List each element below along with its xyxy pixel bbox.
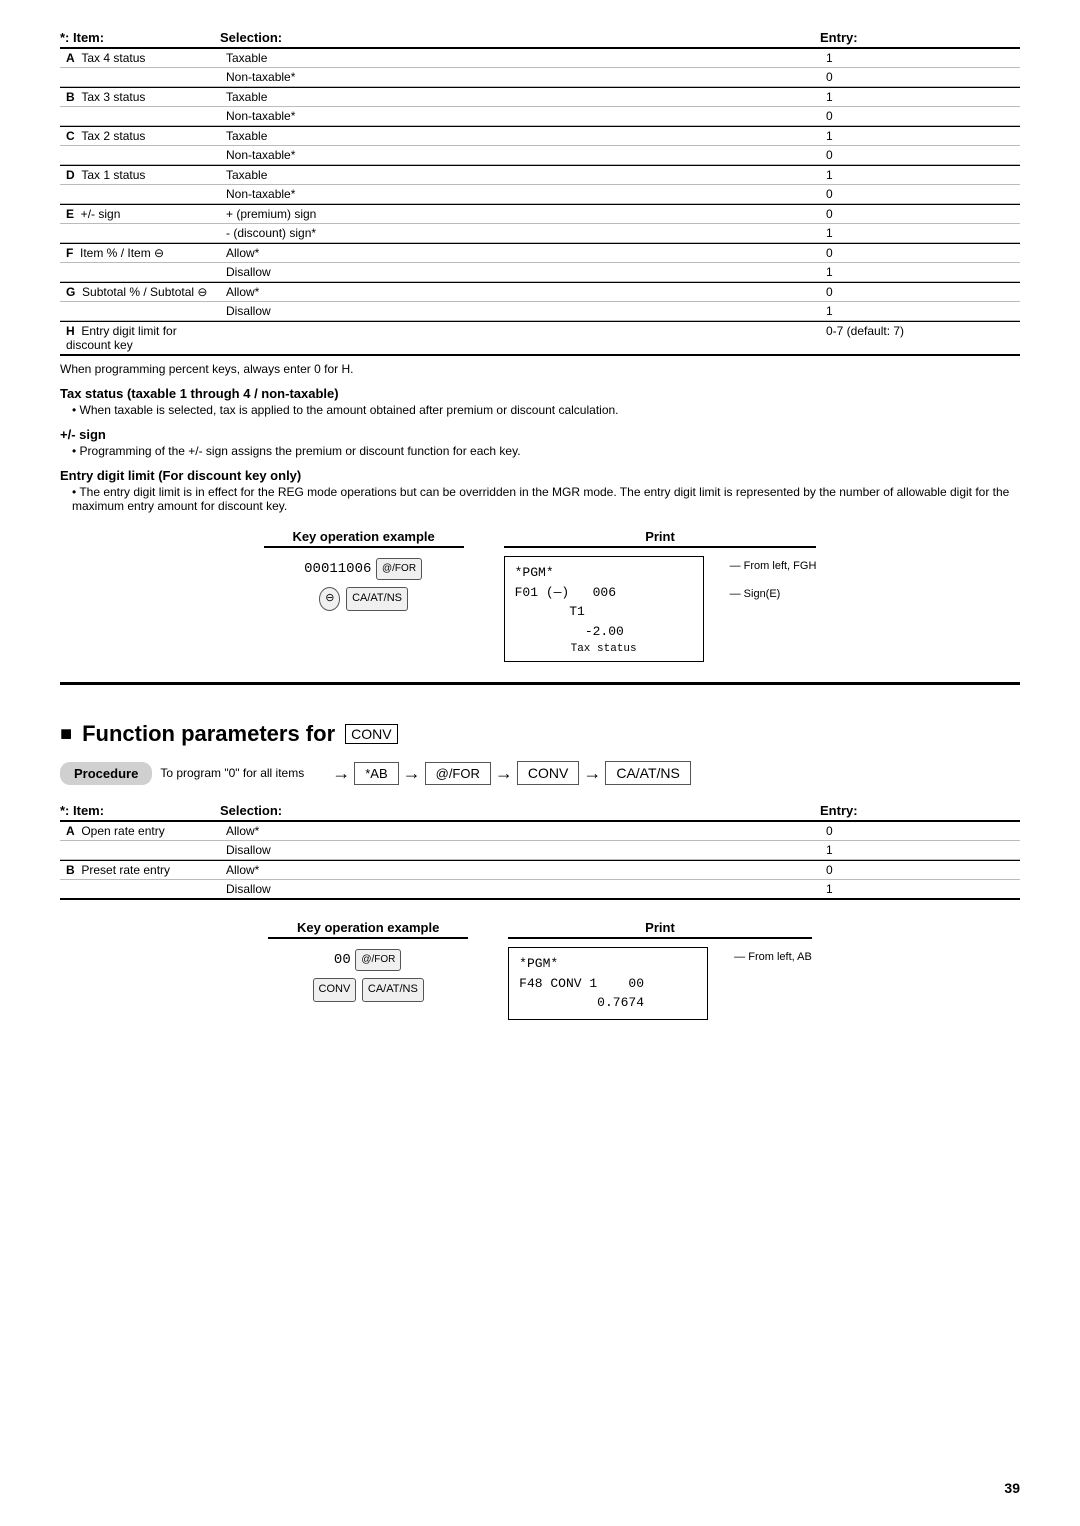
section-tax-status: Tax status (taxable 1 through 4 / non-ta… [60, 386, 1020, 417]
at-for-btn-1: @/FOR [376, 558, 422, 580]
top-table-section: *: Item: Selection: Entry: A Tax 4 statu… [60, 30, 1020, 356]
conv-btn-2: CONV [313, 978, 357, 1002]
print-receipt-1: *PGM* F01 (—) 006 T1 -2.00 Tax status [504, 556, 704, 662]
annotation-right-1: — From left, FGH — Sign(E) [730, 556, 817, 606]
top-table-body: A Tax 4 status Taxable 1 Non-taxable* 0 … [60, 49, 1020, 356]
table-headers: *: Item: Selection: Entry: [60, 30, 1020, 49]
receipt-line: -2.00 [515, 622, 693, 642]
bottom-table-headers: *: Item: Selection: Entry: [60, 803, 1020, 822]
caatns-btn-1: CA/AT/NS [346, 587, 408, 611]
section-text-digit: • The entry digit limit is in effect for… [72, 485, 1020, 513]
tax-status-label: Tax status [515, 643, 693, 655]
conv-badge: CONV [345, 724, 397, 744]
arrow-icon-3: → [495, 763, 513, 784]
circle-minus-btn-1: ⊖ [319, 587, 340, 611]
arrow-icon-2: → [403, 763, 421, 784]
bottom-header-selection: Selection: [220, 803, 820, 818]
header-entry: Entry: [820, 30, 1020, 45]
table-row: G Subtotal % / Subtotal ⊖ Allow* 0 [60, 282, 1020, 302]
table-row: Disallow 1 [60, 263, 1020, 282]
receipt-line: T1 [515, 602, 693, 622]
section-text-tax: • When taxable is selected, tax is appli… [72, 403, 1020, 417]
receipt-line: F01 (—) 006 [515, 583, 693, 603]
print-box-2: Print *PGM* F48 CONV 1 00 0.7674 — From … [508, 920, 812, 1020]
receipt-line: F48 CONV 1 00 [519, 974, 697, 994]
table-row: Non-taxable* 0 [60, 107, 1020, 126]
table-row: Non-taxable* 0 [60, 68, 1020, 87]
section-heading-digit: Entry digit limit (For discount key only… [60, 468, 1020, 483]
table-row: Disallow 1 [60, 841, 1020, 860]
table-row: E +/- sign + (premium) sign 0 [60, 204, 1020, 224]
print-title-1: Print [504, 529, 817, 548]
flow-conv: CONV [517, 761, 579, 785]
procedure-flow: → *AB → @/FOR → CONV → CA/AT/NS [332, 761, 691, 785]
print-receipt-2: *PGM* F48 CONV 1 00 0.7674 [508, 947, 708, 1020]
receipt-line: *PGM* [515, 563, 693, 583]
flow-caatns: CA/AT/NS [605, 761, 691, 785]
example-container-2: Key operation example 00 @/FOR CONV CA/A… [60, 920, 1020, 1020]
key-op-sequence-2: 00 @/FOR CONV CA/AT/NS [268, 947, 468, 1003]
at-for-btn-2: @/FOR [355, 949, 401, 971]
arrow-icon-4: → [583, 763, 601, 784]
bottom-table-section: *: Item: Selection: Entry: A Open rate e… [60, 803, 1020, 900]
annotation-sign: — Sign(E) [730, 588, 817, 600]
table-row: B Tax 3 status Taxable 1 [60, 87, 1020, 107]
key-operation-box-2: Key operation example 00 @/FOR CONV CA/A… [268, 920, 468, 1020]
caatns-btn-2: CA/AT/NS [362, 978, 424, 1002]
table-row: F Item % / Item ⊖ Allow* 0 [60, 243, 1020, 263]
table-row: Non-taxable* 0 [60, 185, 1020, 204]
procedure-badge: Procedure [60, 762, 152, 785]
procedure-row: Procedure To program "0" for all items →… [60, 761, 1020, 785]
function-heading: ■ Function parameters for CONV [60, 721, 1020, 747]
header-item: *: Item: [60, 30, 220, 45]
note-text: When programming percent keys, always en… [60, 362, 1020, 376]
receipt-line: *PGM* [519, 954, 697, 974]
table-row: Disallow 1 [60, 880, 1020, 900]
section-heading-sign: +/- sign [60, 427, 1020, 442]
bottom-table-body: A Open rate entry Allow* 0 Disallow 1 B … [60, 822, 1020, 900]
table-row: A Tax 4 status Taxable 1 [60, 49, 1020, 68]
table-row: Disallow 1 [60, 302, 1020, 321]
table-row: A Open rate entry Allow* 0 [60, 822, 1020, 841]
section-heading-tax: Tax status (taxable 1 through 4 / non-ta… [60, 386, 1020, 401]
flow-atfor: @/FOR [425, 762, 491, 785]
arrow-icon-1: → [332, 763, 350, 784]
key-op-title-1: Key operation example [264, 529, 464, 548]
table-row: H Entry digit limit for discount key 0-7… [60, 321, 1020, 356]
header-selection: Selection: [220, 30, 820, 45]
annotation-right-2: — From left, AB [734, 947, 812, 969]
table-row: Non-taxable* 0 [60, 146, 1020, 165]
example-container-1: Key operation example 00011006 @/FOR ⊖ C… [60, 529, 1020, 662]
annotation-ab: — From left, AB [734, 951, 812, 963]
table-row: - (discount) sign* 1 [60, 224, 1020, 243]
section-text-sign: • Programming of the +/- sign assigns th… [72, 444, 1020, 458]
procedure-note: To program "0" for all items [160, 766, 304, 780]
key-operation-box-1: Key operation example 00011006 @/FOR ⊖ C… [264, 529, 464, 662]
page-number: 39 [1004, 1480, 1020, 1496]
function-parameters-section: ■ Function parameters for CONV Procedure… [60, 682, 1020, 785]
table-row: B Preset rate entry Allow* 0 [60, 860, 1020, 880]
receipt-line: 0.7674 [519, 993, 697, 1013]
table-row: C Tax 2 status Taxable 1 [60, 126, 1020, 146]
bottom-header-entry: Entry: [820, 803, 1020, 818]
print-box-1: Print *PGM* F01 (—) 006 T1 -2.00 Tax sta… [504, 529, 817, 662]
section-digit-limit: Entry digit limit (For discount key only… [60, 468, 1020, 513]
print-title-2: Print [508, 920, 812, 939]
bottom-header-item: *: Item: [60, 803, 220, 818]
section-sign: +/- sign • Programming of the +/- sign a… [60, 427, 1020, 458]
annotation-fgh: — From left, FGH [730, 560, 817, 572]
key-op-sequence-1: 00011006 @/FOR ⊖ CA/AT/NS [264, 556, 464, 612]
table-row: D Tax 1 status Taxable 1 [60, 165, 1020, 185]
key-op-title-2: Key operation example [268, 920, 468, 939]
flow-ab: *AB [354, 762, 398, 785]
